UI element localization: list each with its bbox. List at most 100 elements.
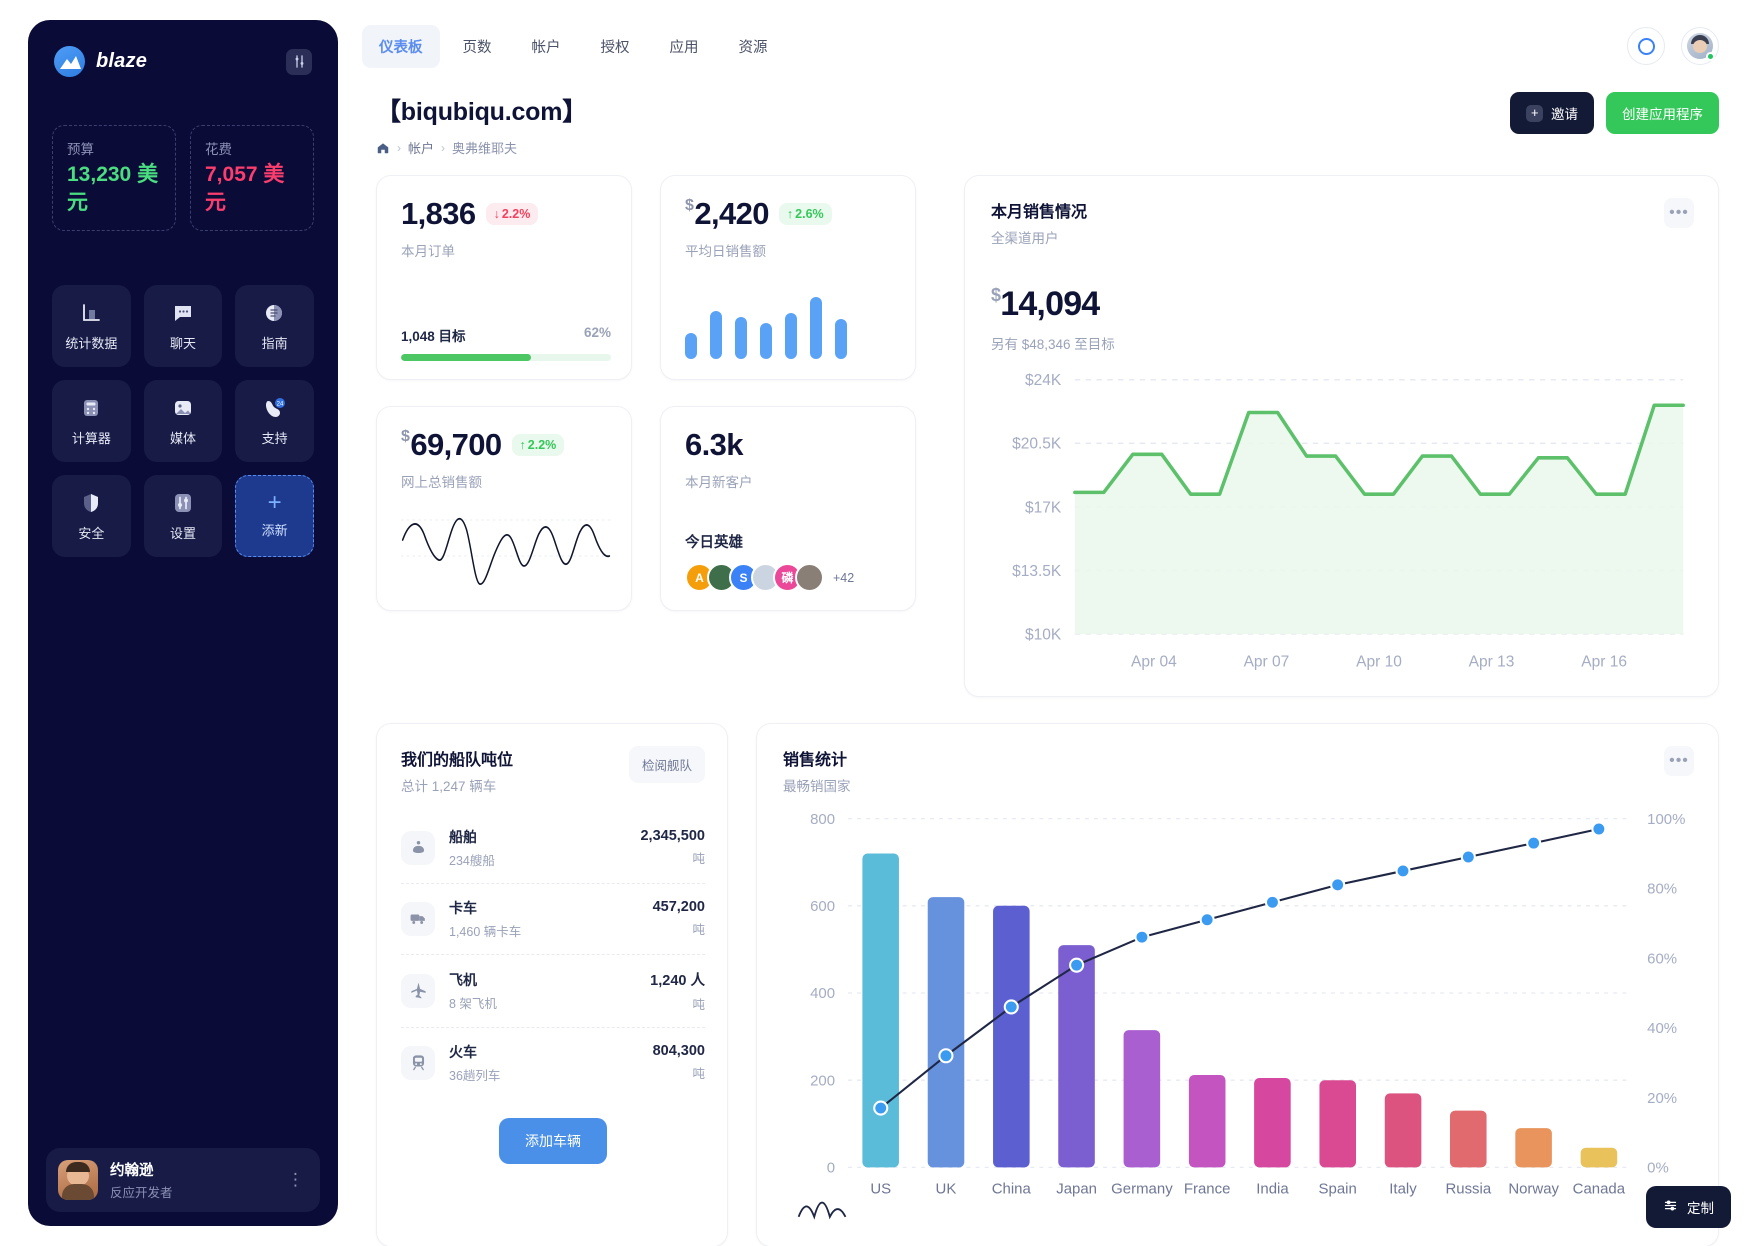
mini-bar (735, 317, 747, 359)
sidebar-item-stats[interactable]: 统计数据 (52, 285, 131, 368)
tab-pages[interactable]: 页数 (446, 25, 509, 68)
heroes-avatars: A S 磷 +42 (685, 563, 895, 592)
svg-text:$17K: $17K (1025, 499, 1062, 516)
sidebar-item-support[interactable]: 24 支持 (235, 380, 314, 463)
kpi-avg-delta-value: 2.6% (795, 206, 824, 221)
svg-text:100%: 100% (1647, 811, 1685, 828)
svg-text:800: 800 (810, 811, 835, 828)
stats-card-head: 销售统计 最畅销国家 ••• (783, 745, 1694, 795)
nav-tabs: 仪表板 页数 帐户 授权 应用 资源 (362, 24, 785, 68)
ship-icon (401, 830, 435, 865)
bar (1384, 1093, 1422, 1168)
kpi-card-orders: 1,836 ↓ 2.2% 本月订单 1,048 目标 62% (376, 175, 632, 380)
table-row[interactable]: 船舶 234艘船 2,345,500 吨 (401, 813, 705, 884)
bar (1058, 945, 1095, 1168)
svg-text:Italy: Italy (1389, 1180, 1417, 1197)
bar (927, 897, 965, 1168)
svg-text:600: 600 (810, 898, 835, 915)
svg-text:400: 400 (810, 985, 835, 1002)
sales-card-titles: 本月销售情况 全渠道用户 (991, 198, 1087, 247)
user-meta: 约翰逊 反应开发者 (110, 1159, 275, 1201)
tab-resources[interactable]: 资源 (722, 25, 785, 68)
profile-avatar-button[interactable] (1681, 27, 1719, 65)
mini-bar (810, 297, 822, 359)
sidebar-item-label: 计算器 (71, 431, 111, 447)
sidebar-user-card[interactable]: 约翰逊 反应开发者 ⋮ (46, 1148, 320, 1212)
row-meta: 卡车 1,460 辆卡车 (449, 898, 639, 940)
sidebar-item-security[interactable]: 安全 (52, 475, 131, 558)
row-value: 457,200 吨 (653, 899, 705, 938)
table-row[interactable]: 卡车 1,460 辆卡车 457,200 吨 (401, 884, 705, 955)
wave-icon (797, 1201, 847, 1220)
add-vehicle-button[interactable]: 添加车辆 (499, 1117, 607, 1164)
sidebar-item-chat[interactable]: 聊天 (143, 285, 223, 368)
table-row[interactable]: 火车 36趟列车 804,300 吨 (401, 1028, 705, 1098)
sparkline-chart (401, 504, 611, 592)
mini-bar (785, 313, 797, 359)
review-fleet-button[interactable]: 检阅舰队 (628, 745, 705, 783)
svg-text:China: China (992, 1180, 1032, 1197)
sliders-icon[interactable] (286, 48, 312, 75)
sidebar-item-media[interactable]: 媒体 (143, 380, 223, 463)
sidebar-item-label: 安全 (78, 526, 105, 542)
stat-budget-value: 13,230 美元 (67, 163, 159, 214)
settings-icon (170, 490, 196, 516)
tab-apps[interactable]: 应用 (653, 25, 716, 68)
sidebar-item-calculator[interactable]: 计算器 (52, 380, 131, 463)
row-unit: 吨 (692, 1067, 705, 1082)
svg-text:0: 0 (827, 1160, 835, 1177)
tab-accounts[interactable]: 帐户 (515, 25, 578, 68)
tab-authorization[interactable]: 授权 (584, 25, 647, 68)
tab-dashboard[interactable]: 仪表板 (362, 24, 440, 68)
row-name: 飞机 (449, 971, 477, 988)
kpi-card-online-total: $69,700 ↑ 2.2% 网上总销售额 (376, 406, 632, 611)
table-row[interactable]: 飞机 8 架飞机 1,240 人 吨 (401, 955, 705, 1028)
top-actions (1627, 27, 1725, 65)
kpi-online-delta: ↑ 2.2% (511, 433, 565, 456)
bottom-row: 我们的船队吨位 总计 1,247 辆车 检阅舰队 船舶 234艘船 2,345,… (362, 697, 1725, 1246)
mini-bar (760, 323, 772, 359)
kpi-avg-head: $2,420 ↑ 2.6% (685, 198, 895, 229)
data-point (1199, 912, 1215, 928)
heroes-more-count: +42 (833, 570, 855, 585)
fleet-list: 船舶 234艘船 2,345,500 吨 卡车 1,460 辆卡车 457,20… (401, 813, 705, 1098)
user-role: 反应开发者 (110, 1186, 173, 1200)
sidebar-item-add[interactable]: + 添新 (235, 475, 314, 558)
svg-text:Apr 10: Apr 10 (1356, 653, 1402, 670)
dots-icon[interactable]: ••• (1664, 198, 1694, 228)
brand[interactable]: blaze (54, 46, 147, 77)
breadcrumb-item-account[interactable]: 帐户 (408, 138, 434, 157)
bar (1449, 1110, 1487, 1168)
mini-bar (685, 333, 697, 359)
svg-text:40%: 40% (1647, 1020, 1677, 1037)
create-app-button[interactable]: 创建应用程序 (1606, 92, 1719, 134)
row-name: 船舶 (449, 828, 477, 845)
home-icon[interactable] (376, 141, 390, 155)
invite-button[interactable]: + 邀请 (1510, 92, 1594, 134)
sidebar-item-guide[interactable]: 指南 (235, 285, 314, 368)
sidebar-item-label: 设置 (169, 526, 196, 542)
goal-percent: 62% (583, 325, 611, 340)
truck-icon (401, 901, 435, 936)
kebab-icon[interactable]: ⋮ (287, 1170, 308, 1190)
arrow-up-icon: ↑ (786, 206, 794, 221)
svg-text:$10K: $10K (1025, 626, 1062, 643)
data-point (1003, 999, 1019, 1015)
kpi-row-1: 1,836 ↓ 2.2% 本月订单 1,048 目标 62% $2,420 ↑ … (376, 175, 936, 380)
chat-icon (170, 300, 196, 326)
top-navigation: 仪表板 页数 帐户 授权 应用 资源 (362, 18, 1725, 74)
stat-spend-label: 花费 (205, 142, 232, 157)
dots-icon[interactable]: ••• (1664, 745, 1694, 776)
spinner-icon[interactable] (1627, 27, 1665, 65)
kpi-new-value: 6.3k (685, 427, 744, 462)
svg-text:Apr 13: Apr 13 (1469, 653, 1515, 670)
svg-text:Canada: Canada (1573, 1180, 1626, 1197)
avatar[interactable] (795, 563, 824, 592)
sidebar-item-settings[interactable]: 设置 (143, 475, 223, 558)
row-number: 804,300 (652, 1043, 705, 1060)
sales-card-head: 本月销售情况 全渠道用户 ••• (991, 198, 1694, 247)
sidebar-menu-grid: 统计数据 聊天 指南 计算器 媒体 24 支持 安全 设置 + 添新 (28, 231, 338, 558)
stats-titles: 销售统计 最畅销国家 (783, 746, 851, 795)
customize-button[interactable]: 定制 (1646, 1186, 1731, 1228)
media-icon (170, 395, 196, 421)
